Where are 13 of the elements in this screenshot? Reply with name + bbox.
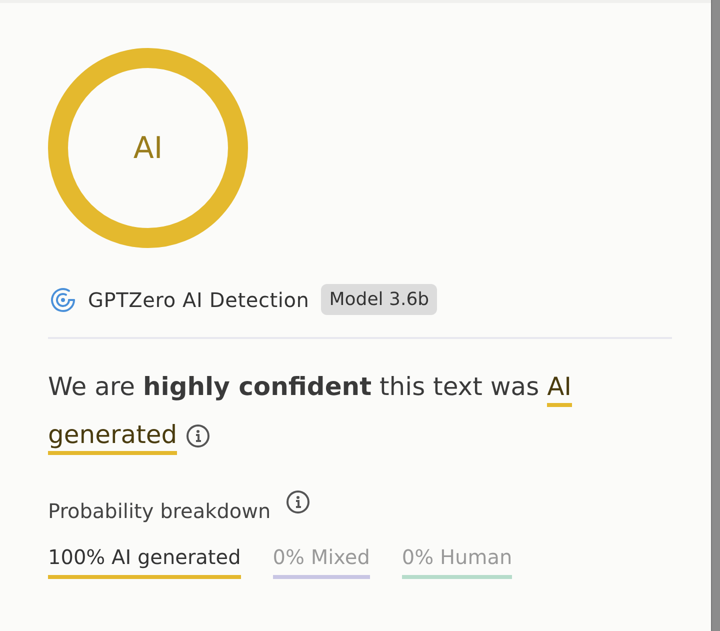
score-label: AI xyxy=(133,130,163,166)
verdict-sentence: We are highly confident this text was AI generated xyxy=(48,363,628,459)
scrollbar[interactable] xyxy=(711,0,720,631)
verdict-result: generated xyxy=(48,420,178,455)
detector-name: GPTZero AI Detection xyxy=(88,288,310,312)
verdict-result: AI xyxy=(547,372,572,407)
breakdown-tab[interactable]: 0% Mixed xyxy=(272,545,370,579)
model-badge: Model 3.6b xyxy=(321,284,438,315)
breakdown-tab[interactable]: 0% Human xyxy=(402,545,512,579)
breakdown-tab[interactable]: 100% AI generated xyxy=(48,545,241,579)
breakdown-title: Probability breakdown xyxy=(48,498,271,523)
info-icon[interactable] xyxy=(185,423,212,450)
info-icon[interactable] xyxy=(284,489,311,515)
